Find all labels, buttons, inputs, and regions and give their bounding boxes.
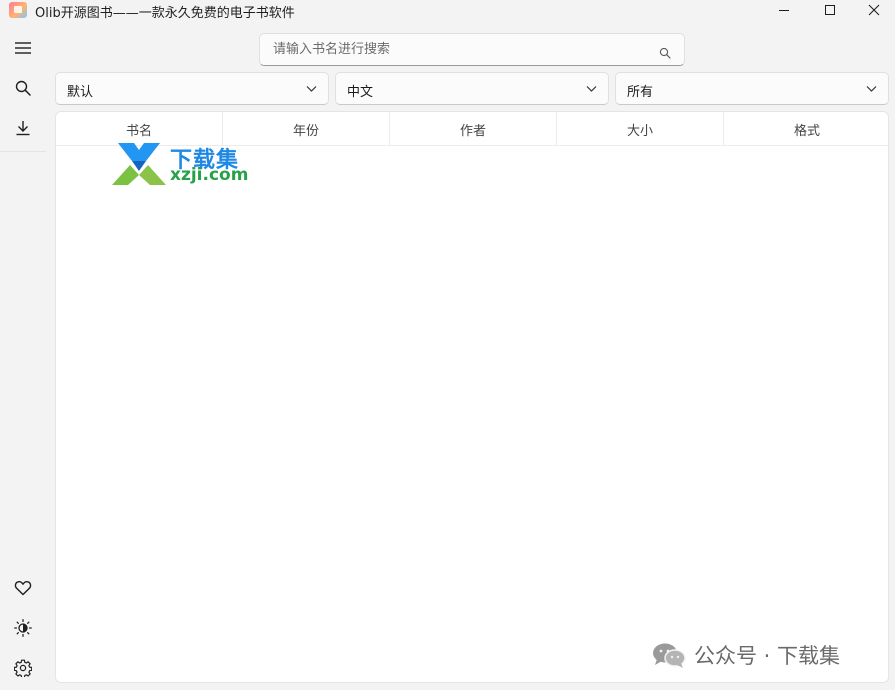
sidebar-divider — [0, 151, 46, 152]
maximize-icon — [825, 5, 835, 15]
search-submit-button[interactable] — [659, 44, 671, 59]
app-window: Olib开源图书——一款永久免费的电子书软件 请输入书名进行搜索 默认 中文 所… — [0, 0, 895, 690]
search-box — [259, 33, 685, 66]
chevron-down-icon — [866, 86, 877, 92]
app-icon — [9, 2, 27, 18]
window-title: Olib开源图书——一款永久免费的电子书软件 — [35, 6, 295, 21]
language-dropdown-value: 中文 — [347, 85, 374, 100]
watermark-wechat: 公众号 · 下载集 — [652, 641, 840, 669]
sidebar-theme-button[interactable] — [6, 612, 40, 644]
column-header-format[interactable]: 格式 — [724, 112, 888, 146]
format-dropdown[interactable]: 所有 — [615, 72, 889, 105]
gear-icon — [14, 659, 32, 677]
minimize-button[interactable] — [761, 0, 807, 20]
search-icon — [15, 80, 31, 96]
theme-toggle-icon — [14, 619, 32, 637]
language-dropdown[interactable]: 中文 — [335, 72, 609, 105]
sidebar-download-button[interactable] — [6, 112, 40, 144]
sort-dropdown-value: 默认 — [67, 85, 94, 100]
close-icon — [868, 4, 880, 16]
download-icon — [16, 121, 30, 136]
wechat-icon — [653, 643, 686, 668]
minimize-icon — [779, 10, 789, 11]
sidebar-settings-button[interactable] — [6, 652, 40, 684]
search-icon — [659, 47, 671, 59]
watermark-logo: 下载集 xzji.com — [112, 141, 252, 187]
sort-dropdown[interactable]: 默认 — [55, 72, 329, 105]
chevron-down-icon — [306, 86, 317, 92]
close-button[interactable] — [851, 0, 895, 20]
watermark-logo-url: xzji.com — [170, 165, 249, 185]
column-header-author[interactable]: 作者 — [390, 112, 557, 146]
format-dropdown-value: 所有 — [627, 85, 654, 100]
title-bar[interactable]: Olib开源图书——一款永久免费的电子书软件 — [0, 0, 895, 21]
maximize-button[interactable] — [807, 0, 853, 20]
search-input[interactable] — [260, 34, 650, 65]
xzji-logo-icon — [112, 143, 166, 185]
sidebar-menu-button[interactable] — [6, 32, 40, 64]
results-table: 书名 年份 作者 大小 格式 — [55, 111, 889, 683]
column-header-size[interactable]: 大小 — [557, 112, 724, 146]
sidebar — [0, 32, 46, 690]
hamburger-icon — [15, 42, 31, 54]
sidebar-search-button[interactable] — [6, 72, 40, 104]
chevron-down-icon — [586, 86, 597, 92]
watermark-wechat-label: 公众号 · 下载集 — [694, 644, 841, 668]
sidebar-favorites-button[interactable] — [6, 572, 40, 604]
heart-icon — [14, 581, 32, 596]
